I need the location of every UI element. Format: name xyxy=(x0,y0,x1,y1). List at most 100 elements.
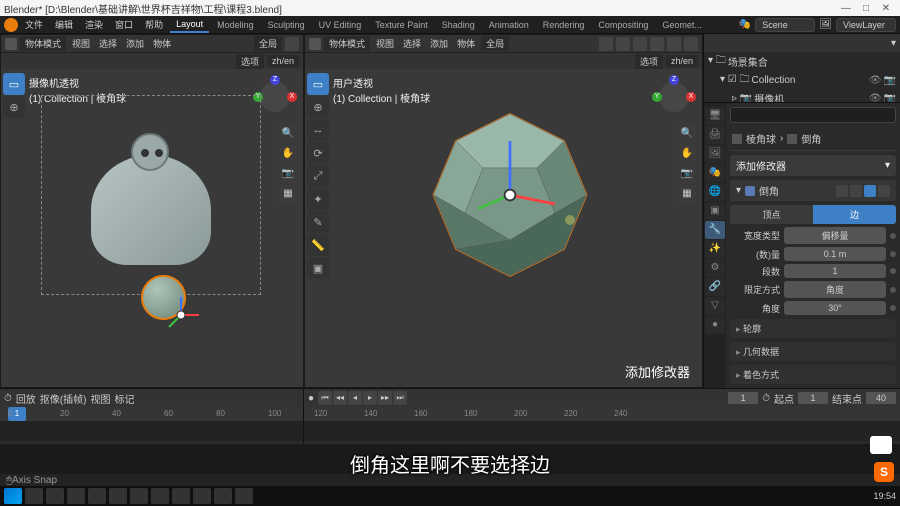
current-frame-field[interactable]: 1 xyxy=(728,392,758,404)
tab-compositing[interactable]: Compositing xyxy=(592,18,654,32)
outliner-scene-collection[interactable]: ▾ 🗀 场景集合 xyxy=(704,52,900,71)
outliner-item-camera[interactable]: ▹ 📷 摄像机 👁📷 xyxy=(704,90,900,103)
seg-edge[interactable]: 边 xyxy=(813,205,896,224)
persp-button[interactable]: ▦ xyxy=(279,185,297,203)
sogou-ime-icon[interactable]: S xyxy=(874,462,894,482)
menu-window[interactable]: 窗口 xyxy=(110,16,138,33)
tab-sculpting[interactable]: Sculpting xyxy=(262,18,311,32)
lang-dd[interactable]: zh/en xyxy=(666,55,698,67)
tool-transform[interactable]: ✦ xyxy=(307,188,329,210)
next-key-button[interactable]: ▸▸ xyxy=(378,391,392,405)
shade-solid-button[interactable] xyxy=(650,37,664,51)
shade-wire-button[interactable] xyxy=(633,37,647,51)
taskbar-app[interactable] xyxy=(130,488,148,504)
mod-render-icon[interactable] xyxy=(864,185,876,197)
tab-physics[interactable]: ⚙ xyxy=(705,259,725,277)
orient-select[interactable]: 全局 xyxy=(481,36,509,51)
zoom-button[interactable]: 🔍 xyxy=(678,125,696,143)
minimize-button[interactable]: — xyxy=(836,3,856,14)
tool-scale[interactable]: ⤢ xyxy=(307,165,329,187)
vp-menu-add[interactable]: 添加 xyxy=(123,36,147,51)
subpanel-profile[interactable]: 轮廓 xyxy=(730,319,896,338)
tool-annotate[interactable]: ✎ xyxy=(307,211,329,233)
menu-render[interactable]: 渲染 xyxy=(80,16,108,33)
end-frame-field[interactable]: 40 xyxy=(866,392,896,404)
seg-vertex[interactable]: 顶点 xyxy=(730,205,813,224)
play-rev-button[interactable]: ◂ xyxy=(348,391,362,405)
tab-render[interactable]: 🖥 xyxy=(705,107,725,125)
mode-select[interactable]: 物体模式 xyxy=(324,36,370,51)
tab-texpaint[interactable]: Texture Paint xyxy=(369,18,434,32)
tl-menu-marker[interactable]: 标记 xyxy=(114,391,134,406)
subpanel-geometry[interactable]: 几何数据 xyxy=(730,342,896,361)
prev-key-button[interactable]: ◂◂ xyxy=(333,391,347,405)
tool-addcube[interactable]: ▣ xyxy=(307,257,329,279)
options-dd[interactable]: 选项 xyxy=(236,54,264,69)
tl-menu-playback[interactable]: 回放 xyxy=(16,391,36,406)
maximize-button[interactable]: □ xyxy=(856,3,876,14)
persp-button[interactable]: ▦ xyxy=(678,185,696,203)
start-frame-field[interactable]: 1 xyxy=(798,392,828,404)
tab-constraint[interactable]: 🔗 xyxy=(705,278,725,296)
tab-particles[interactable]: ✨ xyxy=(705,240,725,258)
icosphere-main[interactable] xyxy=(415,105,605,285)
taskbar-app[interactable] xyxy=(151,488,169,504)
tab-data[interactable]: ▽ xyxy=(705,297,725,315)
tab-scene[interactable]: 🎭 xyxy=(705,164,725,182)
shade-render-button[interactable] xyxy=(684,37,698,51)
tab-animation[interactable]: Animation xyxy=(483,18,535,32)
options-dd[interactable]: 选项 xyxy=(635,54,663,69)
mode-select[interactable]: 物体模式 xyxy=(20,36,66,51)
camera-button[interactable]: 📷 xyxy=(678,165,696,183)
vp-menu-select[interactable]: 选择 xyxy=(400,36,424,51)
orient-select[interactable]: 全局 xyxy=(254,36,282,51)
snap-button[interactable] xyxy=(285,37,299,51)
close-button[interactable]: ✕ xyxy=(876,3,896,14)
render-icon[interactable]: 📷 xyxy=(884,75,896,86)
tab-viewlayer[interactable]: 🖼 xyxy=(705,145,725,163)
play-button[interactable]: ▸ xyxy=(363,391,377,405)
vp-menu-object[interactable]: 物体 xyxy=(150,36,174,51)
transform-gizmo[interactable] xyxy=(161,295,201,335)
scene-field[interactable]: Scene xyxy=(755,18,815,32)
tab-world[interactable]: 🌐 xyxy=(705,183,725,201)
pan-button[interactable]: ✋ xyxy=(279,145,297,163)
taskbar-app[interactable] xyxy=(193,488,211,504)
tab-rendering[interactable]: Rendering xyxy=(537,18,591,32)
tab-object[interactable]: ▣ xyxy=(705,202,725,220)
tab-material[interactable]: ● xyxy=(705,316,725,334)
tool-move[interactable]: ↔ xyxy=(307,119,329,141)
filter-icon[interactable]: ▾ xyxy=(891,38,896,49)
start-button[interactable] xyxy=(4,488,22,504)
shade-matprev-button[interactable] xyxy=(667,37,681,51)
tl-menu-keying[interactable]: 抠像(插帧) xyxy=(40,391,87,406)
vp-menu-view[interactable]: 视图 xyxy=(69,36,93,51)
taskbar-app[interactable] xyxy=(235,488,253,504)
tab-uv[interactable]: UV Editing xyxy=(313,18,368,32)
outliner-collection[interactable]: ▾ ☑ 🗀 Collection 👁📷 xyxy=(704,71,900,90)
camera-button[interactable]: 📷 xyxy=(279,165,297,183)
tl-menu-view[interactable]: 视图 xyxy=(90,391,110,406)
vp-menu-add[interactable]: 添加 xyxy=(427,36,451,51)
taskbar-app[interactable] xyxy=(46,488,64,504)
lang-dd[interactable]: zh/en xyxy=(267,55,299,67)
menu-file[interactable]: 文件 xyxy=(20,16,48,33)
editor-type-icon[interactable] xyxy=(309,38,321,50)
subpanel-shading[interactable]: 着色方式 xyxy=(730,365,896,384)
visibility-icon[interactable]: 👁 xyxy=(869,75,882,86)
tab-output[interactable]: 🖨 xyxy=(705,126,725,144)
tool-select[interactable]: ▭ xyxy=(307,73,329,95)
tool-rotate[interactable]: ⟳ xyxy=(307,142,329,164)
vp-menu-select[interactable]: 选择 xyxy=(96,36,120,51)
tab-shading[interactable]: Shading xyxy=(436,18,481,32)
viewport-right[interactable]: 物体模式 视图 选择 添加 物体 全局 选项 zh/en ▭ ⊕ ↔ ⟳ ⤢ ✦… xyxy=(304,34,703,388)
clock-icon[interactable]: ⏱ xyxy=(762,393,770,404)
tool-cursor[interactable]: ⊕ xyxy=(3,96,25,118)
editor-type-icon[interactable] xyxy=(5,38,17,50)
tool-measure[interactable]: 📏 xyxy=(307,234,329,256)
editor-type-icon[interactable]: ⏱ xyxy=(4,393,12,404)
bilibili-icon[interactable] xyxy=(870,436,892,454)
viewport-left[interactable]: 物体模式 视图 选择 添加 物体 全局 选项 zh/en ▭ ⊕ 摄像机透视 (… xyxy=(0,34,304,388)
timeline[interactable]: ● ⏮ ◂◂ ◂ ▸ ▸▸ ⏭ 1 ⏱ 起点 1 结束点 40 120 140 … xyxy=(304,389,900,444)
menu-help[interactable]: 帮助 xyxy=(140,16,168,33)
